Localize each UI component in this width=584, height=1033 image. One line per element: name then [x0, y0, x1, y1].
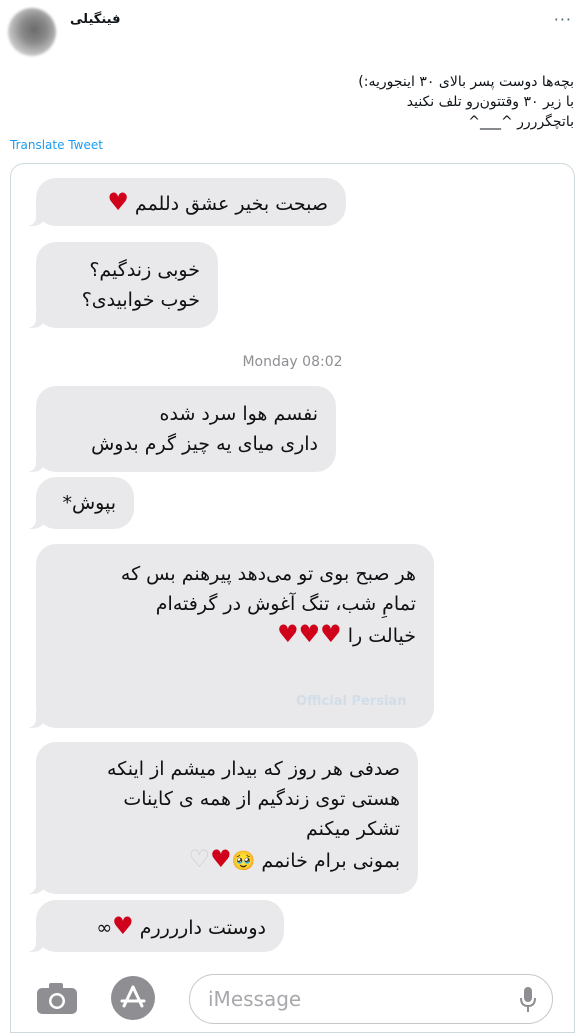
conversation-timestamp: Monday 08:02 [242, 354, 343, 370]
message-text: تشکر میکنم [305, 818, 400, 840]
tweet-image[interactable]: صبحت بخیر عشق دللمم ♥ خوبی زندگیم؟ خوب خ… [10, 163, 575, 1033]
tweet-text-line: با زیر ۳۰ وقتتون‌رو تلف نکنید [406, 94, 574, 110]
message-bubble: خوبی زندگیم؟ خوب خوابیدی؟ [26, 242, 218, 328]
app-store-icon[interactable] [111, 976, 155, 1020]
message-text: دوستت داررررم ♥∞ [96, 912, 266, 940]
translate-tweet-link[interactable]: Translate Tweet [10, 138, 103, 152]
message-bubble: نفسم هوا سرد شده داری میای یه چیز گرم بد… [26, 386, 336, 472]
message-bubble: صدفی هر روز که بیدار میشم از اینکه هستی … [26, 742, 418, 894]
imessage-input-field[interactable] [189, 974, 553, 1024]
imessage-input[interactable] [208, 985, 498, 1013]
message-text: خوبی زندگیم؟ [89, 259, 200, 281]
avatar[interactable] [8, 8, 56, 56]
tweet-text-line: بچه‌ها دوست پسر بالای ۳۰ اینجوریه:) [358, 74, 574, 90]
watermark: Official Persian [296, 694, 407, 709]
message-text: صدفی هر روز که بیدار میشم از اینکه [107, 758, 400, 780]
message-composer [11, 964, 574, 1032]
message-text: خوب خوابیدی؟ [81, 289, 200, 311]
message-text: بپوش* [62, 492, 116, 514]
tweet-text: بچه‌ها دوست پسر بالای ۳۰ اینجوریه:) با ز… [94, 72, 574, 132]
camera-icon[interactable] [35, 982, 79, 1016]
message-bubble: دوستت داررررم ♥∞ [26, 900, 284, 952]
author-name[interactable]: فینگیلی [70, 12, 120, 27]
message-text: هر صبح بوی تو می‌دهد پیرهنم بس که [120, 563, 416, 585]
message-text: صبحت بخیر عشق دللمم ♥ [107, 188, 328, 216]
message-bubble: صبحت بخیر عشق دللمم ♥ [26, 178, 346, 226]
more-options-icon[interactable]: ··· [554, 10, 572, 29]
message-text: تمامِ شب، تنگ آغوش در گرفته‌ام [155, 593, 416, 615]
message-text: داری میای یه چیز گرم بدوش [91, 433, 318, 455]
microphone-icon[interactable] [518, 986, 538, 1014]
message-bubble: بپوش* [26, 477, 134, 529]
message-text: خیالت را ♥♥♥ [277, 620, 416, 648]
app-store-glyph-icon [120, 985, 146, 1008]
message-text: هستی توی زندگیم از همه ی کاینات [123, 788, 400, 810]
message-text: نفسم هوا سرد شده [159, 403, 318, 425]
tweet-text-line: باتچگرررر ^___^ [468, 114, 574, 130]
message-text: بمونی برام خانمم 🥹♥♡ [188, 845, 400, 873]
